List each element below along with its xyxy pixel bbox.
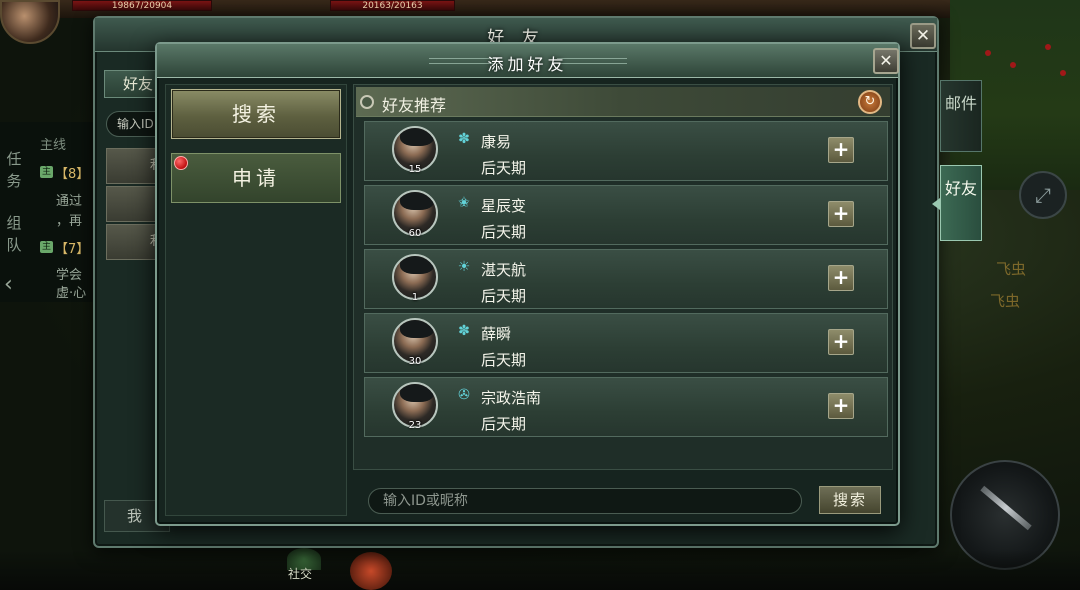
tab-friend-side[interactable]: 好友 bbox=[932, 165, 982, 241]
friend-row: 30 ✽ 薛瞬后天期 + bbox=[364, 313, 888, 373]
scene-flower bbox=[985, 50, 991, 56]
quest-tag: 主 bbox=[40, 241, 54, 253]
friend-name: 星辰变 bbox=[481, 197, 527, 215]
quest-title[interactable]: 【8】 bbox=[55, 163, 89, 182]
dialog-nav: 搜索 申请 bbox=[165, 84, 347, 516]
friend-row: 60 ✬ 星辰变后天期 + bbox=[364, 185, 888, 245]
player-avatar[interactable] bbox=[0, 0, 60, 44]
quest-desc: ，再 bbox=[56, 214, 83, 229]
recommend-title: 好友推荐 bbox=[382, 96, 447, 115]
add-friend-dialog: 添加好友 ✕ 搜索 申请 好友推荐 ↻ 15 ✽ 康易 后天期 +60 ✬ 星辰变 后天期 +1… bbox=[155, 42, 900, 526]
recommend-icon bbox=[360, 95, 374, 109]
quest-desc: 通过 bbox=[56, 194, 83, 209]
notification-dot-icon bbox=[174, 156, 188, 170]
dialog-title-bar: 添加好友 ✕ bbox=[157, 44, 899, 78]
quest-tag: 主 bbox=[40, 166, 54, 178]
player-hp-bar: 19867/20904 bbox=[72, 0, 212, 11]
plus-icon[interactable]: + bbox=[828, 393, 854, 419]
level-label: 30 bbox=[408, 356, 422, 367]
plus-icon[interactable]: + bbox=[828, 329, 854, 355]
friend-rank: 后天期 bbox=[481, 159, 527, 177]
level-label: 23 bbox=[408, 420, 422, 431]
quest-title[interactable]: 【7】 bbox=[55, 238, 89, 257]
friend-name: 康易 bbox=[481, 133, 512, 151]
star-icon: ✬ bbox=[458, 195, 470, 211]
close-icon[interactable]: ✕ bbox=[910, 23, 936, 49]
recommend-panel: 好友推荐 ↻ 15 ✽ 康易 后天期 +60 ✬ 星辰变 后天期 +1 ☀ 湛天航 后天期 +30 ✽ 薛瞬… bbox=[353, 84, 893, 470]
tab-team[interactable]: 组队 bbox=[0, 212, 28, 256]
social-label: 社交 bbox=[288, 567, 313, 581]
friend-name: 湛天航 bbox=[481, 261, 527, 279]
friend-name: 薛瞬 bbox=[481, 325, 512, 343]
quest-desc: 学会 bbox=[56, 268, 83, 283]
target-hp-bar: 20163/20163 bbox=[330, 0, 455, 11]
enemy-label: 飞虫 bbox=[990, 292, 1021, 310]
friend-row: 15 ✽ 康易后天期 + bbox=[364, 121, 888, 181]
tab-apply[interactable]: 申请 bbox=[171, 153, 341, 203]
scene-flower bbox=[1045, 44, 1051, 50]
plus-icon[interactable]: + bbox=[828, 265, 854, 291]
expand-icon[interactable]: ⤢ bbox=[1019, 171, 1067, 219]
dialog-title: 添加好友 bbox=[487, 55, 568, 74]
quest-desc: 虚·心 bbox=[56, 286, 87, 301]
level-label: 60 bbox=[408, 228, 422, 239]
friend-row: 23 ✇ 宗政浩南后天期 + bbox=[364, 377, 888, 437]
plus-icon[interactable]: + bbox=[828, 137, 854, 163]
tab-tasks[interactable]: 任务 bbox=[0, 148, 28, 192]
friend-rank: 后天期 bbox=[481, 415, 527, 433]
tab-search[interactable]: 搜索 bbox=[171, 89, 341, 139]
activity-icon[interactable] bbox=[350, 552, 392, 590]
collapse-arrow-icon[interactable]: ‹ bbox=[4, 272, 13, 297]
lotus-icon: ✽ bbox=[458, 323, 470, 339]
mainline-label: 主线 bbox=[40, 138, 67, 153]
game-scene: 19867/20904 20163/20163 任务 组队 主线 主 【8】 通… bbox=[0, 0, 1080, 590]
scene-flower bbox=[1010, 62, 1016, 68]
friend-name: 宗政浩南 bbox=[481, 389, 542, 407]
friend-rank: 后天期 bbox=[481, 287, 527, 305]
sun-icon: ☀ bbox=[457, 259, 471, 275]
friend-row: 1 ☀ 湛天航后天期 + bbox=[364, 249, 888, 309]
id-search-input[interactable]: 输入ID或昵称 bbox=[368, 488, 802, 514]
close-icon[interactable]: ✕ bbox=[873, 48, 899, 74]
plus-icon[interactable]: + bbox=[828, 201, 854, 227]
enemy-label: 飞虫 bbox=[996, 260, 1027, 278]
tab-mail[interactable]: 邮件 bbox=[940, 80, 982, 152]
friend-rank: 后天期 bbox=[481, 351, 527, 369]
level-label: 1 bbox=[411, 292, 419, 303]
lotus-icon: ✽ bbox=[458, 131, 470, 147]
search-button[interactable]: 搜索 bbox=[819, 486, 881, 514]
hud-bottom-shade bbox=[0, 550, 1080, 590]
tab-apply-label: 申请 bbox=[232, 166, 280, 190]
friend-rank: 后天期 bbox=[481, 223, 527, 241]
swirl-icon: ✇ bbox=[458, 387, 470, 403]
recommend-header: 好友推荐 ↻ bbox=[356, 87, 890, 117]
level-label: 15 bbox=[408, 164, 422, 175]
scene-flower bbox=[1060, 70, 1066, 76]
refresh-icon[interactable]: ↻ bbox=[858, 90, 882, 114]
